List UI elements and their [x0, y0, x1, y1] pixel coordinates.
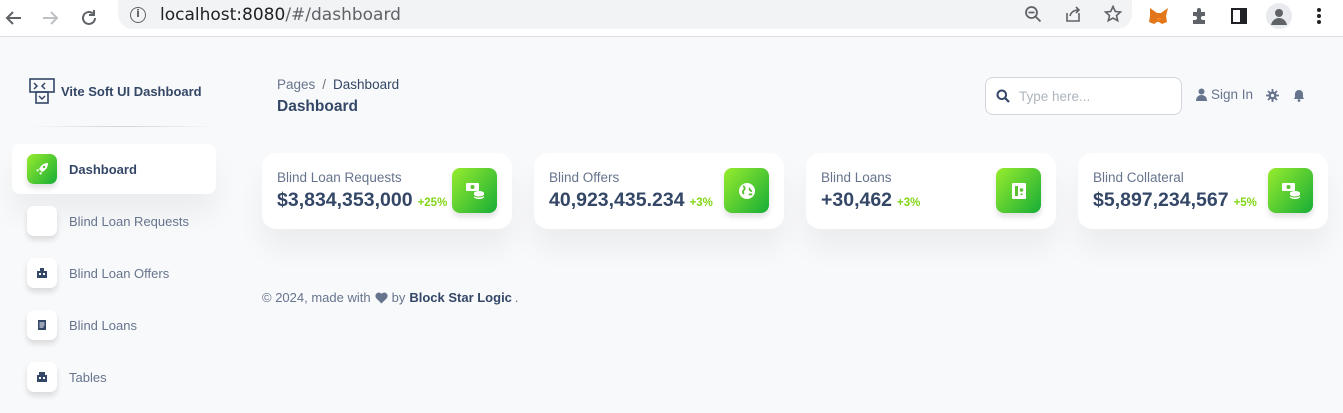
- side-panel-icon[interactable]: [1226, 3, 1252, 29]
- address-bar[interactable]: i localhost:8080/#/dashboard: [118, 0, 1132, 29]
- card-title: Blind Loans: [821, 170, 892, 185]
- sidebar-item-label: Blind Loan Offers: [69, 265, 170, 281]
- sidebar-item-blind-loan-requests[interactable]: Blind Loan Requests: [12, 196, 216, 246]
- heart-icon: [375, 292, 388, 303]
- share-icon[interactable]: [1062, 3, 1084, 25]
- sidebar-item-blind-loan-offers[interactable]: Blind Loan Offers: [12, 248, 216, 298]
- browser-menu-icon[interactable]: [1306, 3, 1332, 29]
- profile-avatar-icon[interactable]: [1266, 3, 1292, 29]
- card-change: +5%: [1233, 197, 1257, 209]
- stat-card-blind-loan-requests: Blind Loan Requests $3,834,353,000 +25%: [262, 153, 512, 229]
- search-input[interactable]: [1019, 88, 1179, 104]
- footer-company-link[interactable]: Block Star Logic: [409, 290, 512, 305]
- gear-icon[interactable]: [1265, 88, 1279, 102]
- card-title: Blind Offers: [549, 170, 620, 185]
- stat-card-blind-loans: Blind Loans +30,462 +3%: [806, 153, 1056, 229]
- card-title: Blind Collateral: [1093, 170, 1184, 185]
- extensions-puzzle-icon[interactable]: [1186, 3, 1212, 29]
- search-icon: [996, 89, 1010, 103]
- card-value: 40,923,435.234 +3%: [549, 189, 713, 212]
- brand-logo-icon: [29, 78, 55, 104]
- sidebar-item-dashboard[interactable]: Dashboard: [12, 144, 216, 194]
- rocket-icon: [27, 154, 57, 184]
- search-box[interactable]: [985, 77, 1182, 115]
- breadcrumb: Pages / Dashboard: [277, 77, 399, 92]
- page-title: Dashboard: [277, 98, 358, 115]
- card-value: $5,897,234,567 +5%: [1093, 189, 1257, 212]
- money-coins-icon: [452, 168, 497, 213]
- footer-by: by: [391, 290, 406, 305]
- brand[interactable]: Vite Soft UI Dashboard: [29, 78, 202, 104]
- sidebar-item-label: Tables: [69, 369, 107, 385]
- back-icon[interactable]: [0, 4, 28, 32]
- bookmark-star-icon[interactable]: [1102, 3, 1124, 25]
- blank-icon: [27, 206, 57, 236]
- sidebar-item-label: Blind Loan Requests: [69, 213, 189, 229]
- sidebar-divider: [29, 126, 215, 127]
- stat-card-blind-offers: Blind Offers 40,923,435.234 +3%: [534, 153, 784, 229]
- sidebar-item-label: Blind Loans: [69, 317, 137, 333]
- browser-toolbar: i localhost:8080/#/dashboard: [0, 0, 1343, 37]
- card-value: +30,462 +3%: [821, 189, 920, 212]
- footer-suffix: .: [514, 290, 519, 305]
- sign-in-link[interactable]: Sign In: [1196, 87, 1253, 102]
- card-number: $3,834,353,000: [277, 189, 413, 211]
- metamask-fox-icon[interactable]: [1146, 3, 1172, 29]
- paper-diploma-icon: [996, 168, 1041, 213]
- document-icon: [27, 310, 57, 340]
- card-change: +3%: [897, 197, 921, 209]
- card-number: 40,923,435.234: [549, 189, 685, 211]
- bell-icon[interactable]: [1292, 88, 1306, 102]
- card-number: $5,897,234,567: [1093, 189, 1229, 211]
- url-text: localhost:8080/#/dashboard: [160, 4, 401, 25]
- card-change: +3%: [689, 197, 713, 209]
- reload-icon[interactable]: [75, 4, 103, 32]
- card-title: Blind Loan Requests: [277, 170, 402, 185]
- sign-in-label: Sign In: [1211, 87, 1254, 102]
- card-value: $3,834,353,000 +25%: [277, 189, 447, 212]
- sidebar-item-blind-loans[interactable]: Blind Loans: [12, 300, 216, 350]
- table-icon: [27, 362, 57, 392]
- footer: © 2024, made with by Block Star Logic .: [262, 290, 519, 305]
- building-icon: [27, 258, 57, 288]
- brand-name: Vite Soft UI Dashboard: [61, 83, 202, 99]
- sidebar-item-label: Dashboard: [69, 161, 137, 177]
- stat-card-blind-collateral: Blind Collateral $5,897,234,567 +5%: [1078, 153, 1328, 229]
- zoom-out-icon[interactable]: [1022, 3, 1044, 25]
- user-icon: [1196, 88, 1207, 101]
- card-change: +25%: [417, 197, 448, 209]
- world-icon: [724, 168, 769, 213]
- card-number: +30,462: [821, 189, 893, 211]
- sidebar-item-tables[interactable]: Tables: [12, 352, 216, 402]
- breadcrumb-root[interactable]: Pages: [277, 77, 315, 92]
- breadcrumb-current: Dashboard: [333, 77, 400, 92]
- breadcrumb-separator: /: [322, 77, 327, 92]
- money-coins-icon: [1268, 168, 1313, 213]
- footer-copyright: © 2024, made with: [262, 290, 371, 305]
- forward-icon[interactable]: [36, 4, 64, 32]
- site-info-icon[interactable]: i: [130, 6, 146, 23]
